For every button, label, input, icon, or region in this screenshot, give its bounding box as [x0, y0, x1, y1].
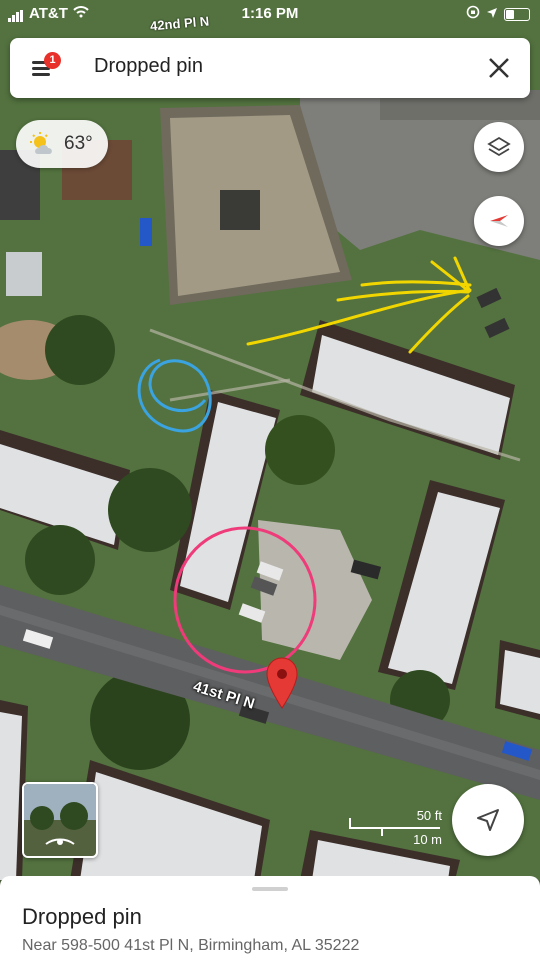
- clock: 1:16 PM: [241, 5, 299, 22]
- street-view-icon: [24, 784, 96, 856]
- compass-button[interactable]: [474, 196, 524, 246]
- sun-icon: [30, 132, 52, 154]
- my-location-button[interactable]: [452, 784, 524, 856]
- scale-meters: 10 m: [413, 832, 442, 847]
- location-arrow-icon: [477, 809, 499, 831]
- layers-icon: [487, 136, 511, 157]
- menu-button[interactable]: 1: [32, 52, 61, 80]
- place-address: Near 598-500 41st Pl N, Birmingham, AL 3…: [22, 937, 360, 954]
- layers-button[interactable]: [474, 122, 524, 172]
- notification-badge: 1: [44, 52, 61, 69]
- location-services-icon: [486, 6, 498, 23]
- dropped-pin-marker[interactable]: [265, 656, 299, 712]
- compass-icon: [490, 215, 508, 227]
- map-scale: 50 ft 10 m: [348, 808, 444, 852]
- close-button[interactable]: [484, 53, 514, 83]
- battery-icon: [504, 7, 530, 21]
- close-icon: [489, 58, 509, 78]
- weather-chip[interactable]: 63°: [16, 120, 108, 168]
- scale-feet: 50 ft: [416, 808, 442, 823]
- street-view-thumbnail[interactable]: [22, 782, 98, 858]
- place-sheet[interactable]: Dropped pin Near 598-500 41st Pl N, Birm…: [0, 876, 540, 960]
- status-bar: AT&T 1:16 PM: [0, 0, 540, 28]
- place-title: Dropped pin: [22, 904, 142, 929]
- search-title[interactable]: Dropped pin: [94, 55, 203, 78]
- rotation-lock-icon: [466, 5, 480, 23]
- sheet-handle[interactable]: [252, 887, 288, 891]
- search-bar[interactable]: 1 Dropped pin: [10, 38, 530, 98]
- temperature: 63°: [64, 133, 93, 154]
